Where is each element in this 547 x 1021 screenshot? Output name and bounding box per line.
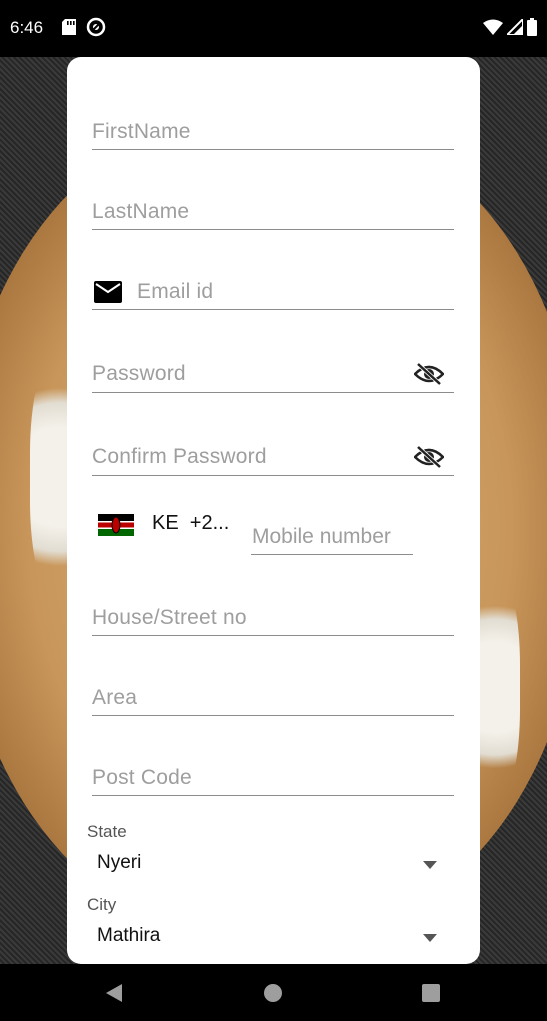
- mobile-number-field[interactable]: Mobile number: [251, 521, 413, 555]
- battery-icon: [527, 18, 537, 36]
- first-name-field[interactable]: FirstName: [92, 117, 454, 150]
- mail-icon: [94, 281, 122, 303]
- city-dropdown[interactable]: Mathira: [87, 921, 447, 953]
- confirm-password-placeholder: Confirm Password: [92, 445, 267, 468]
- back-icon[interactable]: [104, 983, 124, 1003]
- system-navigation-bar: [0, 964, 547, 1021]
- recents-icon[interactable]: [421, 983, 441, 1003]
- phone-input-row: KE +2... Mobile number: [92, 507, 454, 559]
- email-field[interactable]: Email id: [92, 277, 454, 310]
- first-name-placeholder: FirstName: [92, 120, 191, 143]
- signal-icon: [507, 19, 523, 35]
- country-code-selector[interactable]: KE +2...: [152, 512, 229, 535]
- status-bar: 6:46: [0, 0, 547, 57]
- password-placeholder: Password: [92, 362, 186, 385]
- last-name-placeholder: LastName: [92, 200, 190, 223]
- kenya-flag-icon[interactable]: [98, 514, 134, 536]
- post-code-placeholder: Post Code: [92, 766, 192, 789]
- state-value: Nyeri: [97, 852, 142, 873]
- house-street-placeholder: House/Street no: [92, 606, 247, 629]
- eye-off-icon[interactable]: [414, 445, 444, 469]
- wifi-icon: [483, 19, 503, 35]
- eye-off-icon[interactable]: [414, 362, 444, 386]
- city-value: Mathira: [97, 925, 161, 946]
- status-time: 6:46: [10, 18, 44, 37]
- area-placeholder: Area: [92, 686, 138, 709]
- dropdown-arrow-icon: [423, 861, 437, 869]
- password-field[interactable]: Password: [92, 357, 454, 393]
- registration-form-card: FirstName LastName Email id Password Con…: [67, 57, 480, 964]
- confirm-password-field[interactable]: Confirm Password: [92, 440, 454, 476]
- sd-card-icon: [62, 19, 76, 35]
- state-dropdown[interactable]: Nyeri: [87, 848, 447, 880]
- home-icon[interactable]: [263, 983, 283, 1003]
- sync-icon: [86, 17, 106, 37]
- post-code-field[interactable]: Post Code: [92, 763, 454, 796]
- area-field[interactable]: Area: [92, 683, 454, 716]
- house-street-field[interactable]: House/Street no: [92, 603, 454, 636]
- dropdown-arrow-icon: [423, 934, 437, 942]
- email-placeholder: Email id: [137, 280, 214, 303]
- city-label: City: [87, 895, 117, 914]
- mobile-number-placeholder: Mobile number: [252, 525, 391, 548]
- last-name-field[interactable]: LastName: [92, 197, 454, 230]
- state-label: State: [87, 822, 127, 841]
